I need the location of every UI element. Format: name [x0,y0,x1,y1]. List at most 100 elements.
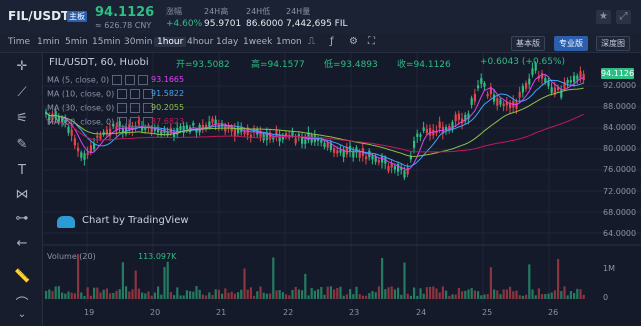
symbol-name[interactable]: FIL/USDT [8,9,69,23]
settings-icon[interactable] [125,75,136,85]
candle-body [294,138,297,144]
price-axis-label: 84.0000 [603,123,637,132]
volume-bar [393,289,396,299]
volume-bar [224,288,227,299]
candle-body [323,142,326,147]
candle-body [77,147,80,152]
indicators-icon[interactable]: ƒ [330,36,334,47]
tf-30min[interactable]: 30min [124,37,152,47]
price-axis-label: 68.0000 [603,208,637,217]
settings-icon[interactable] [130,117,141,127]
eye-icon[interactable] [117,117,128,127]
candle-body [515,102,518,109]
volume-bar [121,262,124,299]
change-label: 涨幅 [166,7,182,16]
volume-bar [64,293,67,299]
volume-bar [579,289,582,299]
tf-1min[interactable]: 1min [37,37,60,47]
volume-bar [525,294,528,299]
volume-bar [339,286,342,299]
ma30-label[interactable]: MA (30, close, 0) [47,103,154,113]
volume-bar [384,289,387,299]
candle-body [438,121,441,129]
mode-depth-button[interactable]: 深度图 [596,36,630,51]
volume-bar [265,293,268,299]
trendline-icon[interactable]: ⟋ [14,85,30,100]
candle-body [425,129,428,134]
volume-bar [320,286,323,299]
close-icon[interactable] [138,75,149,85]
volume-bar [89,295,92,299]
volume-bar [480,295,483,299]
brush-icon[interactable]: ✎ [14,137,30,152]
settings-icon[interactable] [130,89,141,99]
tf-1mon[interactable]: 1mon [276,37,302,47]
eye-icon[interactable] [112,75,123,85]
chart-legend-title: FIL/USDT, 60, Huobi [49,57,149,68]
eye-icon[interactable] [117,103,128,113]
volume-bar [141,292,144,299]
tradingview-logo [57,216,75,228]
tf-1hour[interactable]: 1hour [154,37,187,47]
volume-bar [192,291,195,299]
high-label: 24H高 [204,7,229,16]
text-icon[interactable]: T [14,163,30,178]
volume-bar [563,286,566,299]
ruler-icon[interactable]: 📏 [14,269,30,284]
settings-icon[interactable] [130,103,141,113]
time-axis-label: 22 [283,308,294,317]
ma5-label[interactable]: MA (5, close, 0) [47,75,149,85]
star-icon[interactable]: ★ [596,10,611,24]
time-axis-label: 21 [216,308,227,317]
volume-bar [544,294,547,299]
volume-bar [406,293,409,299]
fullscreen-icon[interactable]: ⤢ [616,10,631,24]
ma10-label[interactable]: MA (10, close, 0) [47,89,154,99]
prediction-icon[interactable]: ⊶ [14,211,30,226]
candle-body [531,68,534,75]
candle-body [473,93,476,102]
volume-bar [371,291,374,299]
volume-bar [441,286,444,299]
fibonacci-icon[interactable]: ⚟ [14,111,30,126]
candle-body [192,122,195,126]
pattern-icon[interactable]: ⋈ [14,187,30,202]
volume-bar [291,289,294,299]
eye-icon[interactable] [117,89,128,99]
tf-time[interactable]: Time [8,37,30,47]
back-arrow-icon[interactable]: ← [14,236,30,251]
collapse-chevron-icon[interactable]: ⌄ [14,309,30,320]
candle-body [381,156,384,163]
volume-axis-label: 0 [603,293,609,302]
crosshair-icon[interactable]: ✛ [14,59,30,74]
volume-bar [454,294,457,299]
volume-bar [173,295,176,299]
tradingview-watermark[interactable]: Chart by TradingView [82,215,189,226]
tf-5min[interactable]: 5min [65,37,88,47]
ma60-label[interactable]: MA (60, close, 0) [47,117,154,127]
volume-bar [189,291,192,299]
volume-label[interactable]: Volume (20) [47,252,96,261]
settings-icon[interactable]: ⚙ [349,36,358,47]
mode-pro-button[interactable]: 专业版 [554,36,588,51]
volume-bar [195,286,198,299]
tf-15min[interactable]: 15min [92,37,120,47]
volume-bar [390,286,393,299]
candle-body [333,148,336,153]
volume-bar [198,289,201,299]
volume-bar [461,291,464,299]
volume-bar [534,295,537,299]
volume-bar [179,295,182,299]
fullscreen-icon-2[interactable]: ⛶ [368,36,375,47]
volume-bar [358,294,361,299]
chart-type-icon[interactable]: ⎍ [308,36,315,47]
time-axis-label: 19 [84,308,95,317]
tf-1day[interactable]: 1day [216,37,238,47]
volume-bar [381,257,384,299]
tf-4hour[interactable]: 4hour [187,37,213,47]
mode-basic-button[interactable]: 基本版 [511,36,545,51]
candle-body [470,98,473,105]
candle-body [454,114,457,122]
tf-1week[interactable]: 1week [243,37,272,47]
time-axis-label: 23 [349,308,360,317]
